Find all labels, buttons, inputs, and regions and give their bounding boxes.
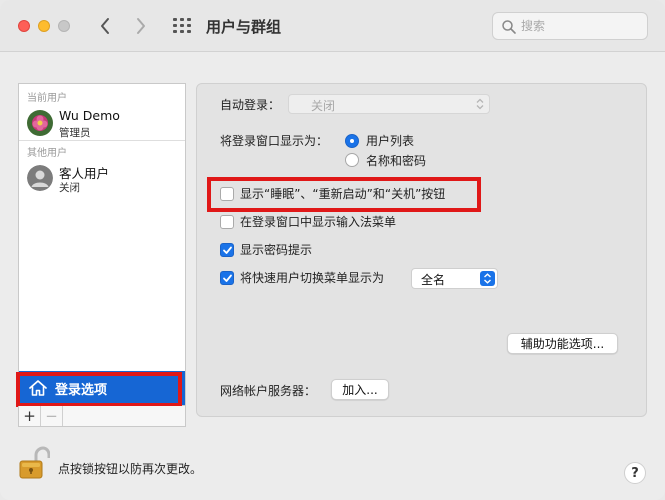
display-as-label: 将登录窗口显示为： bbox=[220, 134, 329, 148]
updown-arrows-icon bbox=[480, 271, 495, 286]
minimize-window-button[interactable] bbox=[38, 20, 50, 32]
user-list-sidebar: 当前用户 Wu Demo 管理员 其他用户 客人用户 关闭 登录选项 bbox=[18, 83, 186, 406]
checkbox-password-hints[interactable] bbox=[220, 243, 234, 257]
checkmark-icon bbox=[223, 274, 232, 282]
user-name: Wu Demo bbox=[59, 108, 120, 123]
close-window-button[interactable] bbox=[18, 20, 30, 32]
accessibility-options-button[interactable]: 辅助功能选项... bbox=[507, 333, 618, 354]
guest-avatar-icon bbox=[27, 165, 53, 191]
checkbox-input-menu[interactable] bbox=[220, 215, 234, 229]
login-options-label: 登录选项 bbox=[55, 383, 108, 398]
search-field[interactable] bbox=[492, 12, 648, 40]
search-icon bbox=[502, 20, 516, 34]
search-input[interactable] bbox=[521, 17, 641, 35]
checkbox-fast-user-switch[interactable] bbox=[220, 271, 234, 285]
zoom-window-button[interactable] bbox=[58, 20, 70, 32]
house-icon bbox=[29, 380, 47, 396]
join-button[interactable]: 加入... bbox=[331, 379, 389, 400]
back-button[interactable] bbox=[94, 15, 116, 37]
add-user-button[interactable]: + bbox=[19, 406, 41, 426]
chevron-left-icon bbox=[101, 18, 109, 34]
network-account-server-label: 网络帐户服务器： bbox=[220, 384, 317, 398]
checkbox-fast-user-switch-label: 将快速用户切换菜单显示为 bbox=[240, 271, 385, 285]
user-role: 管理员 bbox=[59, 127, 91, 139]
checkbox-input-menu-label: 在登录窗口中显示输入法菜单 bbox=[240, 215, 397, 229]
radio-user-list[interactable] bbox=[345, 134, 359, 148]
window-title: 用户与群组 bbox=[206, 18, 282, 36]
fast-switch-style-value: 全名 bbox=[421, 273, 446, 287]
checkbox-password-hints-label: 显示密码提示 bbox=[240, 243, 313, 257]
user-role: 关闭 bbox=[59, 182, 80, 194]
help-button[interactable]: ? bbox=[624, 462, 646, 484]
show-all-grid-button[interactable] bbox=[173, 18, 191, 34]
auto-login-value: 关闭 bbox=[311, 99, 336, 113]
forward-button[interactable] bbox=[130, 15, 152, 37]
radio-name-password[interactable] bbox=[345, 153, 359, 167]
section-divider bbox=[19, 140, 185, 141]
checkbox-show-power-buttons-label: 显示“睡眠”、“重新启动”和“关机”按钮 bbox=[240, 187, 446, 201]
chevron-right-icon bbox=[137, 18, 145, 34]
title-bar: 用户与群组 bbox=[0, 0, 665, 52]
auto-login-label: 自动登录： bbox=[220, 98, 281, 112]
fast-switch-style-select[interactable]: 全名 bbox=[411, 268, 498, 289]
checkbox-show-power-buttons[interactable] bbox=[220, 187, 234, 201]
lock-open-icon[interactable] bbox=[18, 446, 51, 480]
auto-login-popup[interactable]: 关闭 bbox=[288, 94, 490, 114]
user-row-guest[interactable]: 客人用户 关闭 bbox=[19, 157, 185, 201]
radio-name-password-label: 名称和密码 bbox=[366, 154, 427, 168]
checkmark-icon bbox=[223, 246, 232, 254]
preferences-window: 用户与群组 当前用户 Wu D bbox=[0, 0, 665, 500]
radio-user-list-label: 用户列表 bbox=[366, 134, 415, 148]
lock-hint-text: 点按锁按钮以防再次更改。 bbox=[58, 462, 203, 476]
login-options-item[interactable]: 登录选项 bbox=[19, 371, 185, 405]
user-avatar-flower bbox=[27, 110, 53, 136]
remove-user-button[interactable]: − bbox=[41, 406, 63, 426]
sidebar-button-bar: + − bbox=[18, 406, 186, 427]
updown-arrows-icon bbox=[476, 98, 484, 110]
